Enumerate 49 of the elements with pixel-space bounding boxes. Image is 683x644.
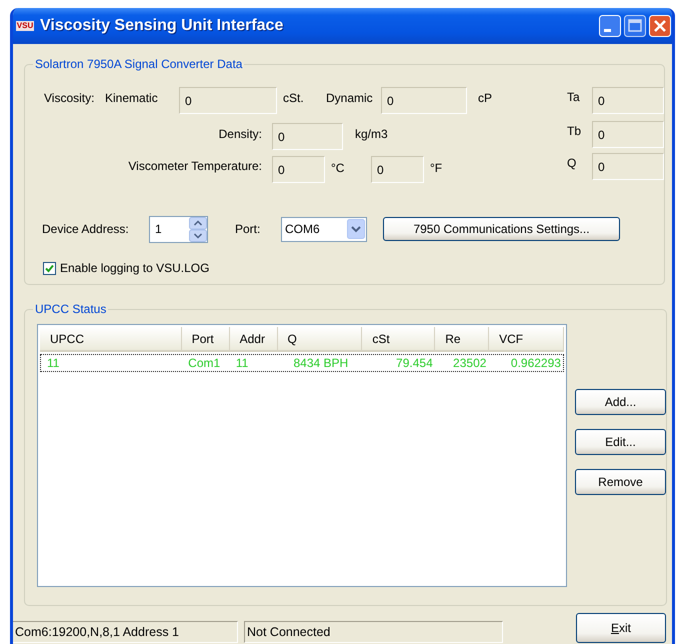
readout-field: 0	[272, 123, 343, 150]
unit-label: cP	[478, 90, 492, 106]
window-title: Viscosity Sensing Unit Interface	[40, 17, 284, 35]
action-button[interactable]: Edit...	[575, 429, 666, 455]
column-header[interactable]: Q	[278, 327, 362, 350]
column-header[interactable]: Re	[435, 327, 490, 350]
action-button[interactable]: Remove	[575, 469, 666, 495]
close-icon[interactable]	[649, 15, 671, 37]
readout-field: 0	[592, 87, 664, 114]
spin-arrows-icon[interactable]	[189, 216, 207, 242]
group-title: Solartron 7950A Signal Converter Data	[34, 57, 244, 71]
maximize-icon[interactable]	[624, 15, 646, 37]
readout-field: 0	[381, 87, 467, 114]
status-panel: Com6:19200,N,8,1 Address 1	[13, 621, 238, 643]
address-spinner[interactable]: 1	[149, 216, 208, 242]
field-label: Kinematic	[105, 90, 159, 106]
column-header[interactable]: Addr	[230, 327, 278, 350]
readout-field: 0	[179, 87, 277, 114]
field-label: Device Address:	[42, 221, 130, 237]
checkbox-label: Enable logging to VSU.LOG	[60, 260, 210, 276]
field-label: Tb	[567, 123, 582, 140]
minimize-icon[interactable]	[599, 15, 621, 37]
settings-button[interactable]: 7950 Communications Settings...	[383, 217, 620, 241]
field-label: Viscosity:	[44, 90, 96, 106]
field-label: Q	[567, 155, 578, 172]
field-label: Port:	[235, 221, 262, 237]
column-header[interactable]: Port	[182, 327, 230, 350]
exit-button[interactable]: Exit	[576, 613, 666, 643]
readout-field: 0	[592, 153, 664, 180]
status-panel: Not Connected	[244, 621, 503, 643]
column-header[interactable]: VCF	[489, 327, 564, 350]
action-button[interactable]: Add...	[575, 389, 666, 415]
column-header[interactable]: UPCC	[40, 327, 182, 350]
readout-field: 0	[371, 156, 424, 183]
field-label: Viscometer Temperature:	[128, 159, 262, 173]
field-label: Dynamic	[326, 90, 374, 106]
readout-field: 0	[592, 121, 664, 148]
unit-label: °F	[430, 160, 442, 176]
field-label: Ta	[567, 89, 581, 106]
unit-label: kg/m3	[355, 126, 388, 142]
column-header[interactable]: cSt	[362, 327, 436, 350]
group-title: UPCC Status	[34, 302, 108, 316]
readout-field: 0	[272, 156, 325, 183]
port-dropdown[interactable]: COM6	[281, 216, 367, 242]
logging-checkbox[interactable]	[43, 262, 56, 274]
app-icon: VSU	[16, 21, 34, 31]
unit-label: cSt.	[283, 90, 305, 106]
field-label: Density:	[218, 127, 262, 141]
unit-label: °C	[331, 160, 346, 176]
